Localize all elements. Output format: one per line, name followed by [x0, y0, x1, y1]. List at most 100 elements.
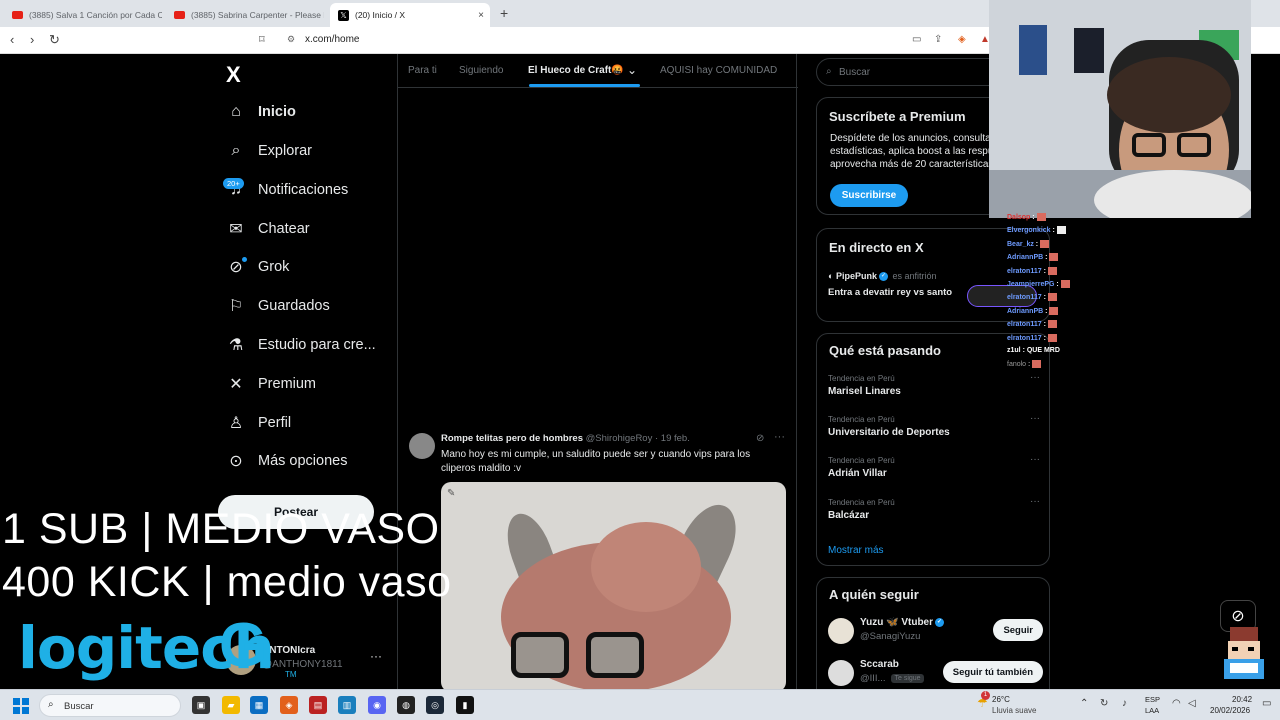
emote-icon [1049, 306, 1059, 315]
follow-handle: @SanagiYuzu [860, 631, 921, 642]
forward-icon[interactable]: › [30, 32, 34, 47]
nav-home[interactable]: ⌂ Inicio [226, 98, 296, 126]
nav-chat[interactable]: ✉ Chatear [226, 215, 310, 243]
nav-label: Chatear [258, 221, 310, 237]
tweet[interactable]: Rompe telitas pero de hombres @Shirohige… [398, 424, 798, 689]
subscribe-button[interactable]: Suscribirse [830, 184, 908, 207]
nav-grok[interactable]: ⊘ Grok [226, 253, 289, 281]
nav-more-options[interactable]: ⊙ Más opciones [226, 447, 347, 475]
drawing-glasses [586, 632, 644, 678]
site-info-icon[interactable]: ⚙ [287, 34, 295, 45]
reload-icon[interactable]: ↻ [49, 32, 60, 48]
trend-item[interactable]: Tendencia en Perú Balcázar ··· [828, 496, 1040, 521]
tweet-author-handle[interactable]: @ShirohigeRoy [586, 433, 653, 444]
epic-games-icon[interactable]: ▮ [456, 696, 474, 714]
bookmark-page-icon[interactable]: ⌑ [259, 33, 265, 46]
more-icon[interactable]: ··· [370, 649, 382, 663]
tab-list-hueco[interactable]: El Hueco de Craft🤬 [528, 65, 624, 76]
avatar[interactable] [409, 433, 435, 459]
browser-tab[interactable]: (3885) Sabrina Carpenter - Please Pl... [166, 3, 324, 27]
share-icon[interactable]: ⇪ [934, 34, 942, 45]
chat-message: AdriannPB : [1007, 253, 1087, 266]
brave-shield-icon[interactable]: ◈ [958, 34, 966, 45]
tweet-date[interactable]: · 19 feb. [655, 433, 690, 444]
nav-creator-studio[interactable]: ⚗ Estudio para cre... [226, 331, 376, 359]
keyboard-layout-indicator[interactable]: LAA [1145, 706, 1159, 715]
more-icon[interactable]: ··· [1030, 496, 1040, 507]
chat-message: fanolo : [1007, 360, 1087, 373]
nav-premium[interactable]: ✕ Premium [226, 370, 316, 398]
nav-label: Más opciones [258, 453, 348, 469]
trend-item[interactable]: Tendencia en Perú Marisel Linares ··· [828, 372, 1040, 397]
stream-chat: Dalsop : Elvergonkick : Bear_kz : Adrian… [1007, 213, 1087, 374]
app-icon[interactable]: ▥ [338, 696, 356, 714]
task-view-icon[interactable]: ▣ [192, 696, 210, 714]
new-tab-button[interactable]: + [500, 5, 508, 21]
back-icon[interactable]: ‹ [10, 32, 14, 47]
stream-goal-line-2: 400 KICK | medio vaso [2, 558, 452, 606]
language-indicator[interactable]: ESP [1145, 695, 1160, 704]
close-tab-icon[interactable]: × [478, 10, 484, 21]
chat-message: elraton117 : [1007, 266, 1087, 280]
brave-browser-icon[interactable]: ◈ [280, 696, 298, 714]
tab-community[interactable]: AQUISI hay COMUNIDAD [660, 65, 777, 76]
taskbar-search[interactable]: ⌕ Buscar [39, 694, 181, 717]
nav-bookmarks[interactable]: ⚐ Guardados [226, 292, 330, 320]
follow-back-button[interactable]: Seguir tú también [942, 661, 1043, 683]
grok-icon[interactable]: ⊘ [756, 433, 764, 444]
emote-icon [1036, 213, 1046, 221]
file-explorer-icon[interactable]: ▰ [222, 696, 240, 714]
more-icon[interactable]: ··· [774, 431, 785, 443]
weather-temp[interactable]: 26°C [992, 695, 1010, 704]
follows-you-tag: Te sigue [891, 673, 924, 683]
x-logo-icon[interactable]: X [226, 62, 241, 88]
follow-name: Sccarab [860, 659, 899, 670]
trend-name: Universitario de Deportes [828, 427, 950, 438]
more-icon[interactable]: ··· [1030, 413, 1040, 424]
notification-center-icon[interactable]: ▭ [1262, 698, 1271, 709]
nav-explore[interactable]: ⌕ Explorar [226, 137, 312, 165]
clock-time[interactable]: 20:42 [1232, 695, 1252, 704]
follow-button[interactable]: Seguir [993, 619, 1043, 641]
trend-item[interactable]: Tendencia en Perú Universitario de Depor… [828, 413, 1040, 438]
follow-suggestion[interactable]: Yuzu 🦋 Vtuber ✓ @SanagiYuzu Seguir [828, 616, 1043, 648]
sync-icon[interactable]: ↻ [1100, 698, 1108, 709]
volume-icon[interactable]: ◁ [1188, 698, 1196, 709]
chevron-down-icon[interactable]: ⌄ [627, 63, 637, 77]
nav-notifications[interactable]: ♫ Notificaciones [226, 176, 348, 204]
x-favicon-icon: 𝕏 [338, 9, 349, 21]
verified-icon: ✓ [935, 617, 945, 627]
wifi-icon[interactable]: ◠ [1172, 698, 1181, 709]
nav-profile[interactable]: ♙ Perfil [226, 409, 291, 437]
browser-tab-active[interactable]: 𝕏 (20) Inicio / X × [330, 3, 490, 27]
live-host[interactable]: ◐ PipePunk ✓ es anfitrión [828, 271, 937, 282]
url-field[interactable]: x.com/home [305, 34, 359, 45]
chat-message: elraton117 : [1007, 293, 1087, 306]
microphone-icon[interactable]: ♪ [1122, 698, 1127, 709]
app-icon[interactable]: ▤ [309, 696, 327, 714]
trend-name: Balcázar [828, 510, 870, 521]
show-more-link[interactable]: Mostrar más [828, 545, 884, 556]
follow-suggestion[interactable]: Sccarab @III... Te sigue Seguir tú tambié… [828, 658, 1043, 689]
obs-icon[interactable]: ◍ [397, 696, 415, 714]
tweet-image[interactable]: ✎ [441, 482, 786, 689]
space-title[interactable]: Entra a devatir rey vs santo [828, 287, 953, 300]
main-feed: Para ti Siguiendo El Hueco de Craft🤬 ⌄ A… [397, 54, 798, 689]
cast-icon[interactable]: ▭ [912, 34, 921, 45]
drawing-hair [591, 522, 701, 612]
tab-for-you[interactable]: Para ti [408, 65, 437, 76]
store-icon[interactable]: ▦ [250, 696, 268, 714]
weather-desc[interactable]: Lluvia suave [992, 706, 1036, 715]
windows-start-icon[interactable] [13, 698, 29, 714]
search-icon: ⌕ [826, 66, 832, 77]
discord-icon[interactable]: ◉ [368, 696, 386, 714]
tab-following[interactable]: Siguiendo [459, 65, 503, 76]
browser-tab[interactable]: (3885) Salva 1 Canción por Cada Cat... [4, 3, 162, 27]
tab-title: (3885) Salva 1 Canción por Cada Cat... [29, 10, 162, 20]
clock-date[interactable]: 20/02/2026 [1210, 706, 1250, 715]
tray-overflow-icon[interactable]: ⌃ [1080, 698, 1088, 709]
more-icon[interactable]: ··· [1030, 454, 1040, 465]
steam-icon[interactable]: ◎ [426, 696, 444, 714]
tweet-author-name[interactable]: Rompe telitas pero de hombres [441, 433, 583, 444]
trend-item[interactable]: Tendencia en Perú Adrián Villar ··· [828, 454, 1040, 479]
